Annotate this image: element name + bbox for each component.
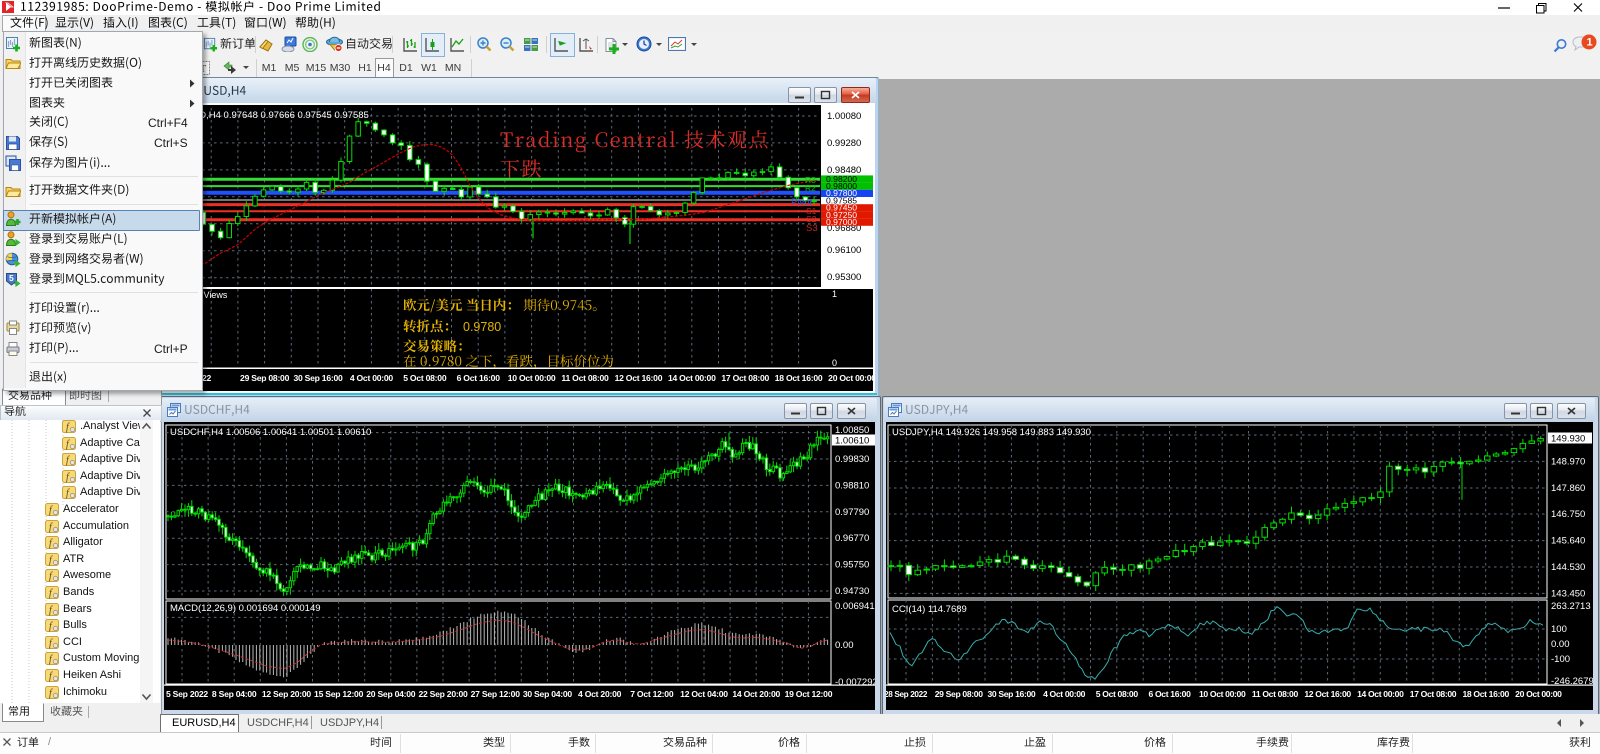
svg-text:0.99830: 0.99830 — [835, 454, 869, 465]
svg-text:4 Oct 20:00: 4 Oct 20:00 — [578, 689, 622, 699]
svg-text:5 Sep 2022: 5 Sep 2022 — [166, 689, 208, 699]
svg-text:R2: R2 — [805, 183, 816, 193]
svg-text:MACD(12,26,9) 0.001694 0.00014: MACD(12,26,9) 0.001694 0.000149 — [170, 603, 321, 614]
svg-text:14 Oct 00:00: 14 Oct 00:00 — [668, 373, 716, 383]
svg-text:6 Oct 16:00: 6 Oct 16:00 — [1148, 689, 1191, 699]
svg-text:1.00080: 1.00080 — [827, 111, 861, 122]
svg-text:0.95300: 0.95300 — [827, 272, 861, 283]
svg-text:0.97790: 0.97790 — [835, 507, 869, 518]
svg-text:S3: S3 — [806, 223, 818, 234]
svg-text:10 Oct 00:00: 10 Oct 00:00 — [1199, 689, 1246, 699]
svg-text:100: 100 — [1551, 624, 1567, 635]
svg-text:4 Oct 00:00: 4 Oct 00:00 — [1043, 689, 1086, 699]
svg-text:0.98810: 0.98810 — [835, 480, 869, 491]
svg-text:0.97000: 0.97000 — [826, 217, 857, 227]
svg-text:0.9780: 0.9780 — [463, 320, 501, 334]
svg-text:18 Oct 16:00: 18 Oct 16:00 — [775, 373, 823, 383]
svg-text:4 Oct 00:00: 4 Oct 00:00 — [350, 373, 394, 383]
svg-text:0.00: 0.00 — [1551, 639, 1570, 650]
svg-text:14 Oct 20:00: 14 Oct 20:00 — [732, 689, 780, 699]
svg-text:17 Oct 08:00: 17 Oct 08:00 — [721, 373, 769, 383]
svg-text:22 Sep 20:00: 22 Sep 20:00 — [418, 689, 468, 699]
svg-text:-0.007292: -0.007292 — [835, 677, 875, 688]
svg-text:0.99280: 0.99280 — [827, 138, 861, 149]
svg-text:5 Oct 08:00: 5 Oct 08:00 — [1096, 689, 1139, 699]
svg-text:0.006941: 0.006941 — [835, 601, 875, 612]
svg-text:29 Sep 08:00: 29 Sep 08:00 — [935, 689, 983, 699]
svg-text:5 Oct 08:00: 5 Oct 08:00 — [403, 373, 447, 383]
svg-text:263.2713: 263.2713 — [1551, 601, 1591, 612]
svg-text:19 Oct 12:00: 19 Oct 12:00 — [785, 689, 833, 699]
svg-text:0.00: 0.00 — [835, 640, 854, 651]
svg-text:17 Oct 08:00: 17 Oct 08:00 — [1410, 689, 1457, 699]
svg-text:15 Sep 12:00: 15 Sep 12:00 — [314, 689, 364, 699]
svg-text:149.930: 149.930 — [1551, 434, 1585, 445]
svg-text:22: 22 — [202, 373, 212, 383]
svg-text:20 Oct 00:00: 20 Oct 00:00 — [1515, 689, 1562, 699]
svg-text:145.640: 145.640 — [1551, 536, 1585, 547]
svg-text:10 Oct 00:00: 10 Oct 00:00 — [508, 373, 556, 383]
svg-text:USDCHF,H4 1.00506 1.00641 1.00: USDCHF,H4 1.00506 1.00641 1.00501 1.0061… — [170, 427, 371, 438]
svg-text:0.95750: 0.95750 — [835, 560, 869, 571]
svg-text:12 Sep 20:00: 12 Sep 20:00 — [262, 689, 312, 699]
svg-text:148.970: 148.970 — [1551, 456, 1585, 467]
svg-text:12 Oct 04:00: 12 Oct 04:00 — [680, 689, 728, 699]
svg-text:30 Sep 16:00: 30 Sep 16:00 — [293, 373, 343, 383]
svg-text:6 Oct 16:00: 6 Oct 16:00 — [457, 373, 501, 383]
svg-text:0.96770: 0.96770 — [835, 533, 869, 544]
svg-text:1.00850: 1.00850 — [835, 425, 869, 436]
svg-text:144.530: 144.530 — [1551, 562, 1585, 573]
svg-text:0.96100: 0.96100 — [827, 245, 861, 256]
svg-text:CCI(14) 114.7689: CCI(14) 114.7689 — [892, 604, 967, 615]
svg-text:5: 5 — [9, 273, 14, 283]
svg-text:1: 1 — [832, 289, 837, 299]
svg-text:12 Oct 16:00: 12 Oct 16:00 — [1304, 689, 1351, 699]
svg-text:29 Sep 08:00: 29 Sep 08:00 — [240, 373, 290, 383]
svg-text:30 Sep 04:00: 30 Sep 04:00 — [523, 689, 573, 699]
svg-text:30 Sep 16:00: 30 Sep 16:00 — [987, 689, 1035, 699]
svg-text:0.94730: 0.94730 — [835, 586, 869, 597]
svg-text:11 Oct 08:00: 11 Oct 08:00 — [561, 373, 609, 383]
svg-text:27 Sep 12:00: 27 Sep 12:00 — [471, 689, 521, 699]
svg-text:146.750: 146.750 — [1551, 509, 1585, 520]
svg-text:USDJPY,H4 149.926 149.958 149.: USDJPY,H4 149.926 149.958 149.883 149.93… — [892, 427, 1091, 438]
svg-text:12 Oct 16:00: 12 Oct 16:00 — [615, 373, 663, 383]
svg-text:18 Oct 16:00: 18 Oct 16:00 — [1462, 689, 1509, 699]
svg-text:20 Sep 04:00: 20 Sep 04:00 — [366, 689, 416, 699]
svg-text:11 Oct 08:00: 11 Oct 08:00 — [1252, 689, 1299, 699]
svg-text:8 Sep 04:00: 8 Sep 04:00 — [212, 689, 257, 699]
svg-text:1: 1 — [1587, 37, 1593, 49]
svg-text:0: 0 — [832, 358, 837, 368]
svg-text:7 Oct 12:00: 7 Oct 12:00 — [630, 689, 674, 699]
svg-text:147.860: 147.860 — [1551, 483, 1585, 494]
svg-text:14 Oct 00:00: 14 Oct 00:00 — [1357, 689, 1404, 699]
svg-text:-100: -100 — [1551, 654, 1570, 665]
svg-text:143.450: 143.450 — [1551, 588, 1585, 599]
svg-text:28 Sep 2022: 28 Sep 2022 — [886, 690, 928, 699]
svg-text:20 Oct 00:00: 20 Oct 00:00 — [828, 373, 873, 383]
svg-text:1.00610: 1.00610 — [835, 436, 869, 447]
